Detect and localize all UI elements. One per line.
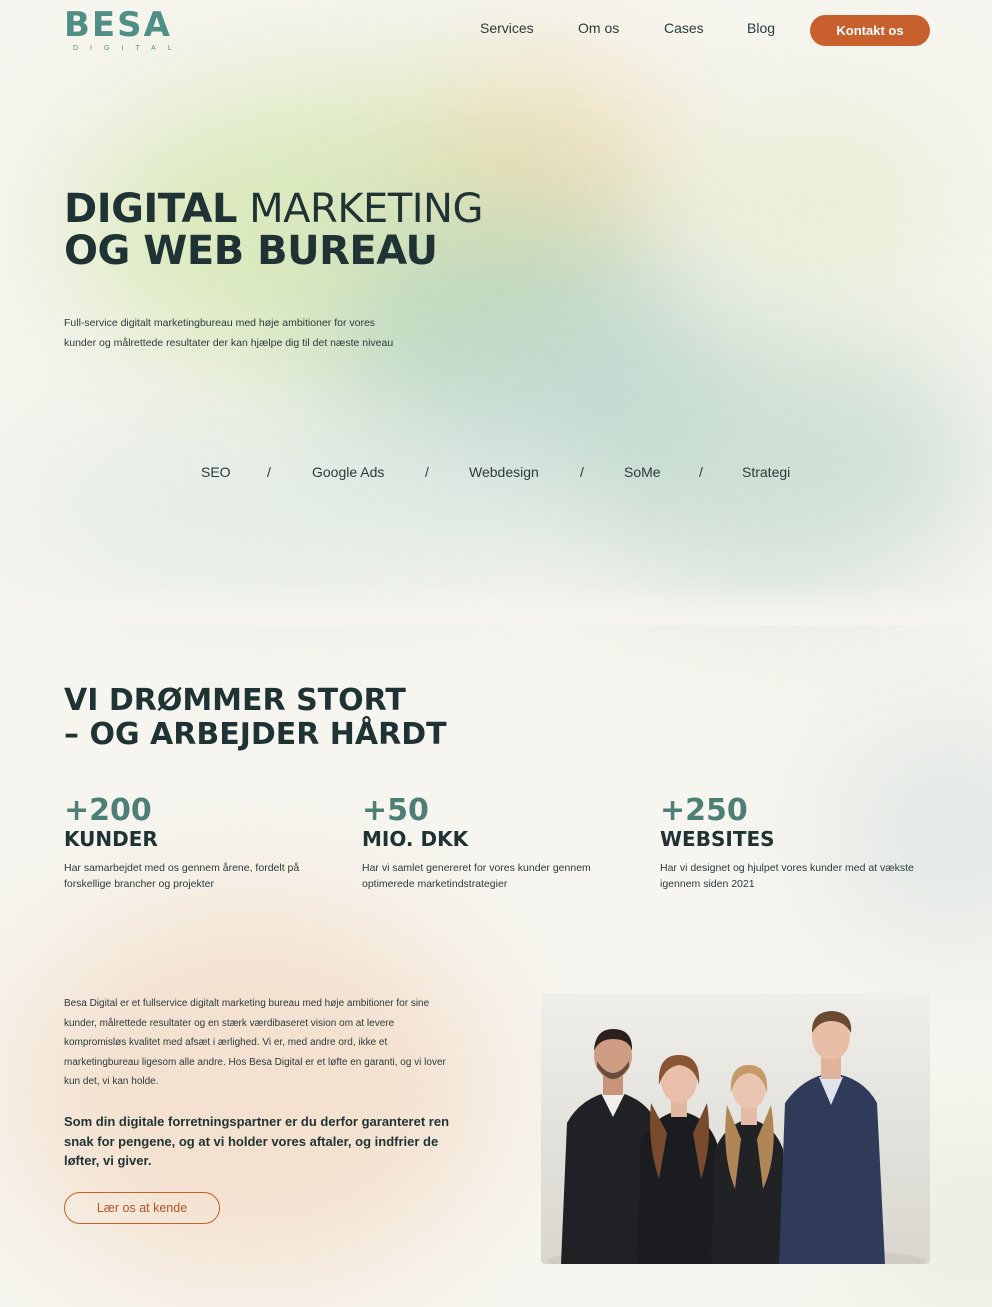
team-photo (541, 993, 930, 1264)
team-photo-illustration (541, 993, 930, 1264)
contact-button[interactable]: Kontakt os (810, 15, 930, 46)
service-link-google-ads[interactable]: Google Ads (312, 464, 384, 480)
service-link-seo[interactable]: SEO (201, 464, 231, 480)
hero-title-light: MARKETING (236, 186, 483, 232)
background-blob (560, 330, 980, 590)
learn-more-button[interactable]: Lær os at kende (64, 1192, 220, 1224)
stat-description: Har vi designet og hjulpet vores kunder … (660, 862, 914, 890)
service-separator: / (425, 464, 429, 480)
about-highlight: Som din digitale forretningspartner er d… (64, 1114, 450, 1168)
stat-card-websites: +250 WEBSITES Har vi designet og hjulpet… (660, 794, 940, 892)
logo-wordmark: BESA (64, 5, 172, 45)
services-list: SEO / Google Ads / Webdesign / SoMe / St… (0, 464, 992, 484)
stat-number: +50 (362, 793, 429, 828)
service-link-strategi[interactable]: Strategi (742, 464, 790, 480)
stat-description: Har vi samlet genereret for vores kunder… (362, 862, 591, 890)
stat-card-customers: +200 KUNDER Har samarbejdet med os genne… (64, 794, 344, 892)
stat-label: KUNDER (64, 827, 158, 851)
service-separator: / (699, 464, 703, 480)
hero-title-line2: OG WEB BUREAU (64, 228, 438, 274)
logo-subtitle: DIGITAL (73, 45, 184, 52)
stat-number: +200 (64, 793, 152, 828)
stat-card-revenue: +50 MIO. DKK Har vi samlet genereret for… (362, 794, 642, 892)
about-text: Besa Digital er et fullservice digitalt … (64, 998, 446, 1087)
background-blob (20, 430, 580, 580)
service-link-some[interactable]: SoMe (624, 464, 661, 480)
hero-description: Full-service digitalt marketingbureau me… (64, 317, 394, 349)
service-separator: / (267, 464, 271, 480)
nav-link-services[interactable]: Services (480, 20, 534, 40)
hero-fade (0, 585, 992, 625)
nav-link-cases[interactable]: Cases (664, 20, 704, 40)
stat-label: MIO. DKK (362, 827, 469, 851)
nav-link-om-os[interactable]: Om os (578, 20, 619, 40)
background-blob (690, 110, 950, 290)
service-link-webdesign[interactable]: Webdesign (469, 464, 539, 480)
stat-number: +250 (660, 793, 748, 828)
stat-label: WEBSITES (660, 827, 775, 851)
service-separator: / (580, 464, 584, 480)
stats-title-line1: VI DRØMMER STORT (64, 683, 406, 718)
page: BESA DIGITAL Services Om os Cases Blog K… (0, 0, 992, 1307)
stats-title-line2: – OG ARBEJDER HÅRDT (64, 717, 447, 752)
stats-title: VI DRØMMER STORT – OG ARBEJDER HÅRDT (64, 684, 447, 752)
logo[interactable]: BESA DIGITAL (64, 6, 184, 56)
nav-link-blog[interactable]: Blog (747, 20, 775, 40)
hero-title: DIGITAL MARKETING OG WEB BUREAU (64, 188, 483, 272)
stat-description: Har samarbejdet med os gennem årene, for… (64, 862, 300, 890)
hero-title-bold: DIGITAL (64, 186, 237, 232)
